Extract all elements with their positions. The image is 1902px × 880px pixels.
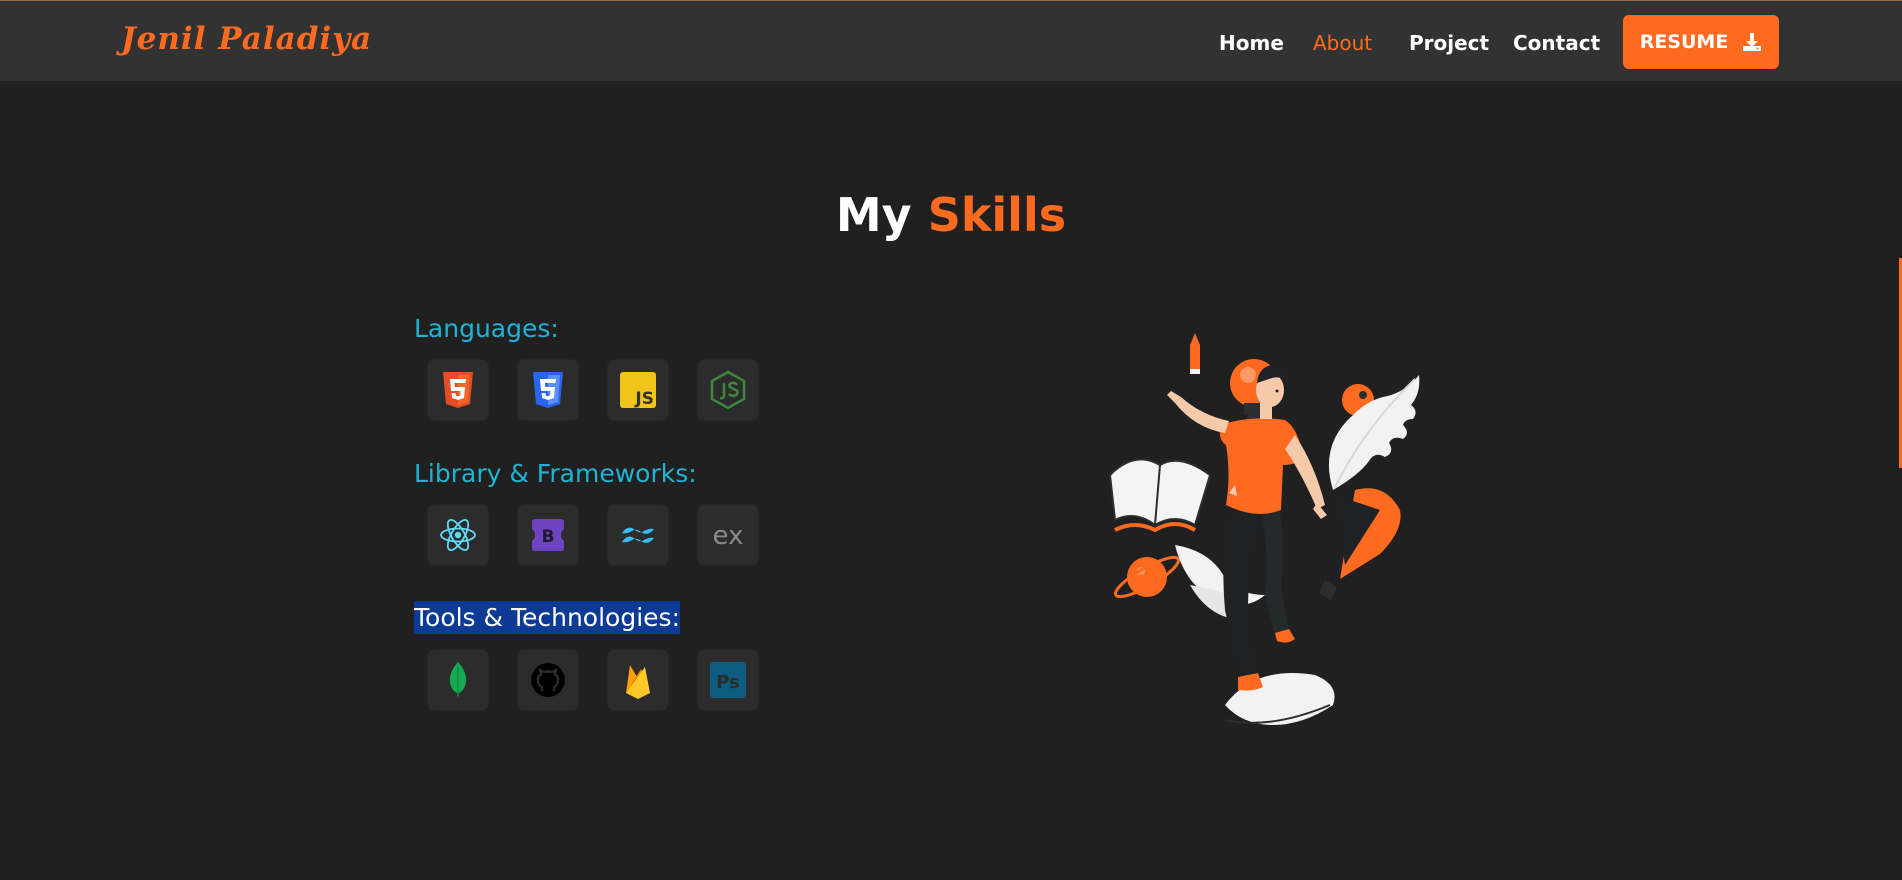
nav-link-contact[interactable]: Contact [1513, 31, 1600, 55]
photoshop-icon: Ps [710, 662, 746, 698]
skill-tile-bootstrap[interactable]: B [518, 505, 578, 565]
nav-link-project[interactable]: Project [1409, 31, 1489, 55]
skill-tile-photoshop[interactable]: Ps [698, 650, 758, 710]
nav-link-home[interactable]: Home [1219, 31, 1284, 55]
resume-button-label: RESUME [1639, 31, 1729, 53]
languages-icon-row: JS [428, 360, 758, 420]
pencil-graphic [1190, 333, 1200, 374]
skill-tile-mongodb[interactable] [428, 650, 488, 710]
section-heading-languages: Languages: [414, 314, 559, 343]
bootstrap-icon: B [532, 519, 564, 551]
skill-tile-react[interactable] [428, 505, 488, 565]
skills-illustration [1108, 333, 1420, 725]
open-book-graphic [1108, 458, 1212, 533]
javascript-icon-text: JS [634, 389, 654, 409]
bootstrap-icon-text: B [542, 527, 555, 547]
nav-link-about[interactable]: About [1313, 31, 1372, 55]
skill-tile-javascript[interactable]: JS [608, 360, 668, 420]
css3-icon [533, 372, 563, 408]
express-icon: ex [713, 521, 744, 551]
skill-tile-express[interactable]: ex [698, 505, 758, 565]
resume-button[interactable]: RESUME [1623, 15, 1779, 69]
skill-tile-firebase[interactable] [608, 650, 668, 710]
site-logo[interactable]: Jenil Paladiya [121, 21, 372, 57]
download-icon [1743, 33, 1762, 51]
skill-tile-nodejs[interactable] [698, 360, 758, 420]
photoshop-icon-text: Ps [716, 672, 740, 693]
express-icon-text: ex [713, 521, 744, 551]
tailwind-icon [622, 527, 654, 543]
leaf-graphic [1328, 375, 1420, 490]
skill-tile-css3[interactable] [518, 360, 578, 420]
html5-icon [443, 372, 473, 408]
tools-icon-row: Ps [428, 650, 758, 710]
nodejs-icon [710, 370, 746, 410]
ground-leaves-graphic [1175, 545, 1335, 725]
page-title: My Skills [0, 188, 1902, 242]
skill-tile-html5[interactable] [428, 360, 488, 420]
javascript-icon: JS [620, 372, 656, 409]
skill-tile-tailwind[interactable] [608, 505, 668, 565]
react-icon [440, 519, 476, 551]
title-prefix: My [835, 188, 912, 242]
rocket-graphic [1319, 488, 1401, 600]
skill-tile-github[interactable] [518, 650, 578, 710]
mongodb-icon [449, 662, 467, 698]
planet-graphic [1114, 555, 1180, 599]
section-heading-tools: Tools & Technologies: [414, 601, 680, 634]
section-heading-frameworks: Library & Frameworks: [414, 459, 697, 488]
navbar: Jenil Paladiya Home About Project Contac… [0, 0, 1902, 81]
frameworks-icon-row: B ex [428, 505, 758, 565]
firebase-icon [626, 665, 650, 699]
title-accent: Skills [927, 188, 1067, 242]
github-icon [531, 663, 565, 697]
